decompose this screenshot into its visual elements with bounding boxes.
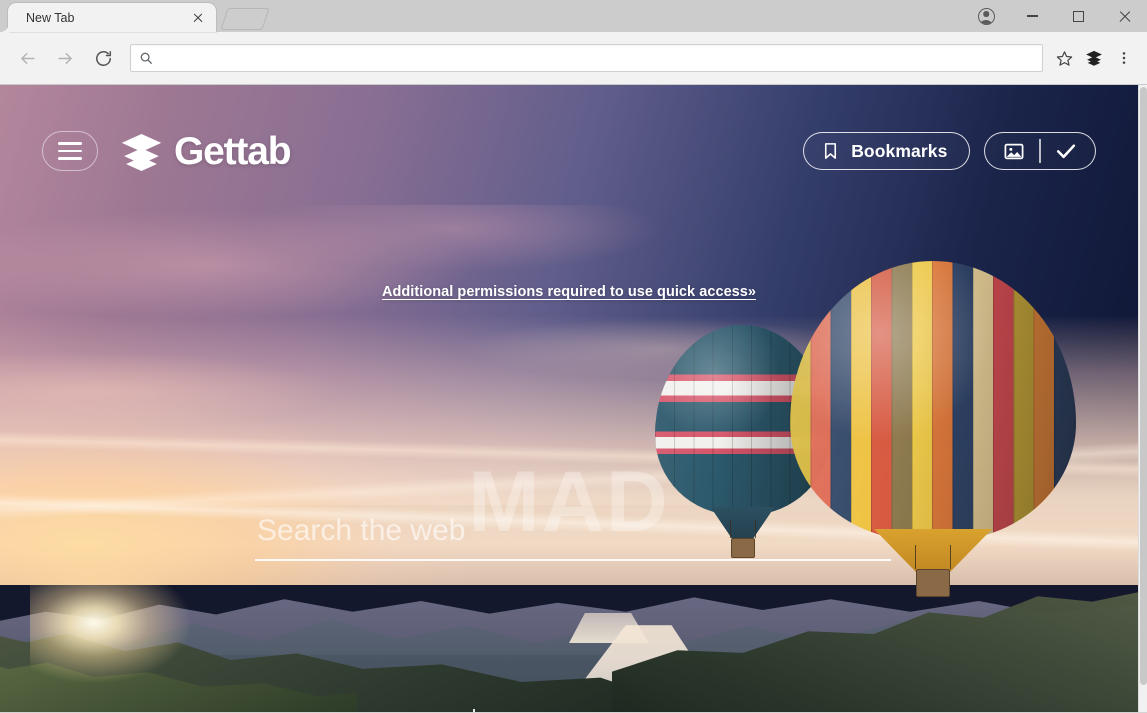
newtab-header: Gettab Bookmarks xyxy=(0,128,1138,174)
search-icon xyxy=(140,52,152,64)
browser-tab[interactable]: New Tab xyxy=(8,3,216,32)
tab-strip: New Tab xyxy=(0,0,1147,32)
brand-name: Gettab xyxy=(174,129,292,173)
scrollbar-thumb[interactable] xyxy=(1140,87,1147,685)
weather-temperature: 21°C xyxy=(336,711,454,712)
close-window-button[interactable] xyxy=(1101,0,1147,32)
layers-icon xyxy=(1086,50,1102,66)
minimize-button[interactable] xyxy=(1009,0,1055,32)
star-icon xyxy=(1056,50,1072,66)
wallpaper-button[interactable] xyxy=(989,133,1039,169)
search-container xyxy=(255,509,891,561)
new-tab-button[interactable] xyxy=(220,8,270,30)
profile-button[interactable] xyxy=(963,0,1009,32)
window-controls xyxy=(963,0,1147,32)
hamburger-line xyxy=(58,142,82,145)
scroll-down-button[interactable] xyxy=(1139,702,1147,712)
brand-logo: Gettab xyxy=(120,129,292,173)
profile-icon xyxy=(977,7,995,25)
bookmark-star-button[interactable] xyxy=(1049,43,1079,73)
close-icon[interactable] xyxy=(190,10,206,26)
address-bar[interactable] xyxy=(130,44,1043,72)
browser-toolbar xyxy=(0,32,1147,85)
layers-icon xyxy=(121,133,162,171)
search-input[interactable] xyxy=(255,509,891,561)
page-overlay: Gettab Bookmarks Additional permissions … xyxy=(0,85,1138,712)
page-viewport: Gettab Bookmarks Additional permissions … xyxy=(0,85,1138,712)
bookmark-icon xyxy=(825,143,837,159)
address-input[interactable] xyxy=(160,50,1034,66)
reload-button[interactable] xyxy=(87,42,119,74)
close-window-icon xyxy=(1118,10,1131,23)
back-button[interactable] xyxy=(11,42,43,74)
minimize-icon xyxy=(1026,15,1038,17)
bookmarks-button[interactable]: Bookmarks xyxy=(803,132,971,170)
tab-title: New Tab xyxy=(26,10,75,25)
new-tab-page: Gettab Bookmarks Additional permissions … xyxy=(0,85,1147,712)
hamburger-line xyxy=(58,157,82,160)
three-dot-menu-icon xyxy=(1122,52,1126,64)
image-icon xyxy=(1004,143,1024,159)
wallpaper-controls xyxy=(984,132,1096,170)
browser-menu-button[interactable] xyxy=(1109,43,1139,73)
forward-arrow-icon xyxy=(57,52,72,64)
quick-access-notice: Additional permissions required to use q… xyxy=(0,283,1138,301)
header-actions: Bookmarks xyxy=(803,132,1096,170)
weather-widget: 21°C London 17:52 Wednesday, July 25, th… xyxy=(336,709,818,712)
hamburger-menu-button[interactable] xyxy=(42,131,98,171)
page-scrollbar[interactable] xyxy=(1138,85,1147,712)
reload-icon xyxy=(95,50,111,66)
back-arrow-icon xyxy=(20,52,35,64)
browser-window: New Tab Gettab Bookmarks Additional perm… xyxy=(0,0,1147,713)
hamburger-line xyxy=(58,149,82,153)
quick-access-permissions-link[interactable]: Additional permissions required to use q… xyxy=(382,284,756,300)
divider xyxy=(472,709,475,712)
maximize-button[interactable] xyxy=(1055,0,1101,32)
bookmarks-label: Bookmarks xyxy=(851,140,948,161)
maximize-icon xyxy=(1072,10,1084,22)
gettab-extension-button[interactable] xyxy=(1079,43,1109,73)
check-icon xyxy=(1056,144,1076,159)
confirm-wallpaper-button[interactable] xyxy=(1041,133,1091,169)
forward-button[interactable] xyxy=(49,42,81,74)
